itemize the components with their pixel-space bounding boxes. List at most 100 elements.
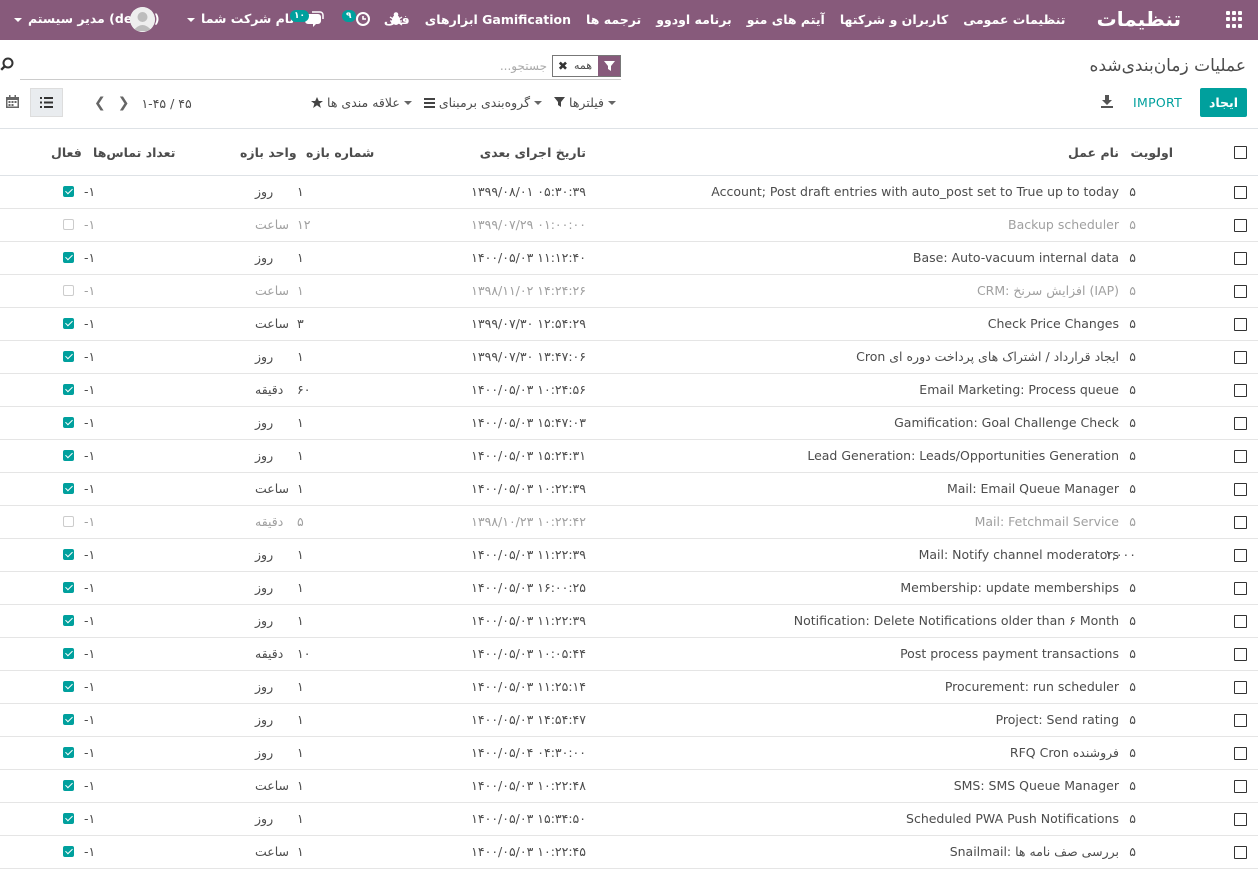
company-switcher[interactable]: نام شرکت شما	[181, 11, 294, 26]
table-row[interactable]: ۵ Membership: update memberships ۱۴۰۰/۰۵…	[0, 572, 1258, 605]
row-checkbox[interactable]	[1234, 846, 1247, 859]
table-row[interactable]: ۵ Post process payment transactions ۱۴۰۰…	[0, 638, 1258, 671]
cell-priority: ۵	[1129, 283, 1136, 298]
favorites-dropdown[interactable]: علاقه مندی ها	[305, 95, 418, 110]
table-row[interactable]: ۵ RFQ Cron فروشنده ۱۴۰۰/۰۵/۰۴ ۰۴:۳۰:۰۰ ۱…	[0, 737, 1258, 770]
row-checkbox[interactable]	[1234, 648, 1247, 661]
row-checkbox[interactable]	[1234, 450, 1247, 463]
table-row[interactable]: ۵ Project: Send rating ۱۴۰۰/۰۵/۰۳ ۱۴:۵۴:…	[0, 704, 1258, 737]
cell-interval-number: ۱	[297, 679, 304, 694]
row-checkbox[interactable]	[1234, 417, 1247, 430]
row-checkbox[interactable]	[1234, 681, 1247, 694]
download-icon[interactable]	[1100, 94, 1114, 112]
groupby-dropdown[interactable]: گروه‌بندی برمبنای	[418, 95, 548, 110]
table-row[interactable]: ۵ Base: Auto-vacuum internal data ۱۴۰۰/۰…	[0, 242, 1258, 275]
cell-interval-type: روز	[255, 679, 274, 694]
activities-button[interactable]: ۹	[342, 10, 372, 32]
cell-next-call: ۱۴۰۰/۰۵/۰۳ ۱۰:۲۲:۴۵	[471, 844, 586, 859]
filters-dropdown[interactable]: فیلترها	[548, 95, 622, 110]
cell-name: Mail: Notify channel moderators	[918, 547, 1119, 562]
table-row[interactable]: ۱,۰۰۰ Mail: Notify channel moderators ۱۴…	[0, 539, 1258, 572]
table-row[interactable]: ۵ Snailmail: بررسی صف نامه ها ۱۴۰۰/۰۵/۰۳…	[0, 836, 1258, 869]
menu-item-translations[interactable]: ترجمه ها	[579, 0, 649, 40]
table-row[interactable]: ۵ Gamification: Goal Challenge Check ۱۴۰…	[0, 407, 1258, 440]
table-row[interactable]: ۵ Notification: Delete Notifications old…	[0, 605, 1258, 638]
menu-item-gamification[interactable]: ابزارهای Gamification	[417, 0, 578, 40]
row-checkbox[interactable]	[1234, 351, 1247, 364]
row-checkbox[interactable]	[1234, 318, 1247, 331]
table-row[interactable]: ۵ Email Marketing: Process queue ۱۴۰۰/۰۵…	[0, 374, 1258, 407]
table-row[interactable]: ۵ Cron ایجاد قرارداد / اشتراک های پرداخت…	[0, 341, 1258, 374]
row-checkbox[interactable]	[1234, 516, 1247, 529]
row-checkbox[interactable]	[1234, 219, 1247, 232]
cell-priority: ۵	[1129, 184, 1136, 199]
debug-button[interactable]	[389, 11, 403, 31]
column-next-call[interactable]: تاریخ اجرای بعدی	[480, 145, 586, 160]
column-numbercall[interactable]: تعداد تماس‌ها	[93, 145, 175, 160]
cell-interval-type: دقیقه	[255, 382, 284, 397]
column-priority[interactable]: اولویت	[1130, 145, 1173, 160]
row-checkbox[interactable]	[1234, 582, 1247, 595]
row-checkbox[interactable]	[1234, 813, 1247, 826]
list-view-button[interactable]	[30, 88, 63, 117]
search-input[interactable]	[249, 56, 549, 76]
column-interval-type[interactable]: واحد بازه	[240, 145, 297, 160]
search-icon[interactable]	[0, 57, 14, 75]
column-active[interactable]: فعال	[51, 145, 82, 160]
cell-next-call: ۱۴۰۰/۰۵/۰۳ ۱۰:۲۲:۴۸	[471, 778, 586, 793]
menu-item-odoo-app[interactable]: برنامه اودوو	[649, 0, 740, 40]
chevron-left-icon[interactable]: ❮	[88, 95, 112, 111]
cell-priority: ۵	[1129, 415, 1136, 430]
column-interval-number[interactable]: شماره بازه	[306, 145, 374, 160]
row-checkbox[interactable]	[1234, 186, 1247, 199]
row-checkbox[interactable]	[1234, 780, 1247, 793]
cell-priority: ۵	[1129, 844, 1136, 859]
select-all-checkbox[interactable]	[1234, 146, 1247, 159]
cell-next-call: ۱۴۰۰/۰۵/۰۳ ۱۰:۰۵:۴۴	[471, 646, 586, 661]
cell-interval-number: ۱	[297, 811, 304, 826]
cell-next-call: ۱۳۹۹/۰۷/۳۰ ۱۳:۴۷:۰۶	[471, 349, 586, 364]
table-row[interactable]: ۵ Check Price Changes ۱۳۹۹/۰۷/۳۰ ۱۲:۵۴:۲…	[0, 308, 1258, 341]
cell-priority: ۵	[1129, 712, 1136, 727]
table-row[interactable]: ۵ Account; Post draft entries with auto_…	[0, 176, 1258, 209]
row-checkbox[interactable]	[1234, 252, 1247, 265]
cell-name: Check Price Changes	[987, 316, 1119, 331]
avatar[interactable]	[130, 7, 155, 32]
cell-interval-number: ۱	[297, 844, 304, 859]
cell-interval-type: روز	[255, 580, 274, 595]
app-title[interactable]: تنظیمات	[1097, 6, 1181, 32]
menu-item-menu-items[interactable]: آیتم های منو	[739, 0, 832, 40]
menu-item-general-settings[interactable]: تنظیمات عمومی	[956, 0, 1073, 40]
row-checkbox[interactable]	[1234, 483, 1247, 496]
row-checkbox[interactable]	[1234, 714, 1247, 727]
cell-interval-type: روز	[255, 448, 274, 463]
row-checkbox[interactable]	[1234, 384, 1247, 397]
chevron-right-icon[interactable]: ❯	[112, 95, 136, 111]
import-button[interactable]: IMPORT	[1133, 95, 1182, 110]
row-checkbox[interactable]	[1234, 615, 1247, 628]
table-body: ۵ Account; Post draft entries with auto_…	[0, 176, 1258, 869]
row-checkbox[interactable]	[1234, 549, 1247, 562]
pager-value[interactable]: ۱-۴۵ / ۴۵	[135, 96, 197, 111]
table-row[interactable]: ۵ Scheduled PWA Push Notifications ۱۴۰۰/…	[0, 803, 1258, 836]
table-row[interactable]: ۵ Lead Generation: Leads/Opportunities G…	[0, 440, 1258, 473]
close-icon[interactable]: ✖	[553, 56, 568, 76]
column-name[interactable]: نام عمل	[1068, 145, 1119, 160]
table-row[interactable]: ۵ Backup scheduler ۱۳۹۹/۰۷/۲۹ ۰۱:۰۰:۰۰ ۱…	[0, 209, 1258, 242]
table-row[interactable]: ۵ CRM: افزایش سرنخ (IAP) ۱۳۹۸/۱۱/۰۲ ۱۴:۲…	[0, 275, 1258, 308]
row-checkbox[interactable]	[1234, 747, 1247, 760]
table-row[interactable]: ۵ Mail: Email Queue Manager ۱۴۰۰/۰۵/۰۳ ۱…	[0, 473, 1258, 506]
search-facet[interactable]: همه ✖	[551, 55, 621, 77]
table-row[interactable]: ۵ Mail: Fetchmail Service ۱۳۹۸/۱۰/۲۳ ۱۰:…	[0, 506, 1258, 539]
table-row[interactable]: ۵ Procurement: run scheduler ۱۴۰۰/۰۵/۰۳ …	[0, 671, 1258, 704]
apps-grid-icon[interactable]	[1226, 11, 1243, 28]
active-checkbox	[63, 714, 74, 725]
row-checkbox[interactable]	[1234, 285, 1247, 298]
table-row[interactable]: ۵ SMS: SMS Queue Manager ۱۴۰۰/۰۵/۰۳ ۱۰:۲…	[0, 770, 1258, 803]
create-button[interactable]: ایجاد	[1200, 88, 1247, 117]
calendar-view-button[interactable]	[6, 95, 19, 112]
menu-item-users-companies[interactable]: کاربران و شرکتها	[832, 0, 955, 40]
main-menu: تنظیمات عمومی کاربران و شرکتها آیتم های …	[376, 0, 1073, 40]
active-checkbox	[63, 483, 74, 494]
messages-button[interactable]: ۱۰	[290, 10, 324, 32]
